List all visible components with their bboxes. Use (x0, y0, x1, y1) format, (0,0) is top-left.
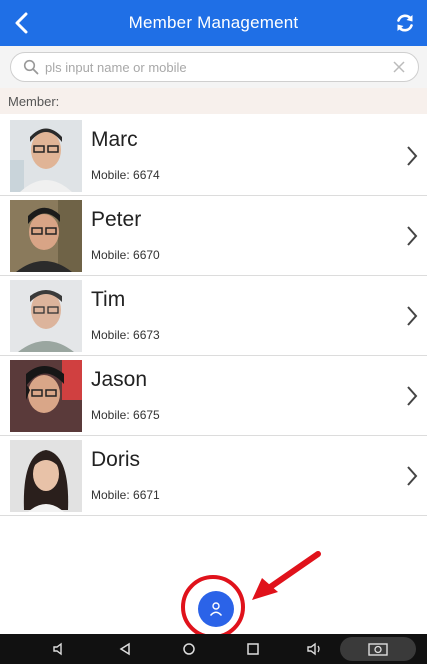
screenshot-button[interactable] (340, 637, 416, 661)
avatar (10, 440, 82, 512)
search-input[interactable] (45, 59, 392, 75)
volume-down-button[interactable] (50, 641, 68, 657)
avatar (10, 200, 82, 272)
member-name: Marc (91, 128, 138, 151)
member-mobile: Mobile: 6673 (91, 328, 160, 342)
camera-icon (368, 643, 388, 656)
chevron-left-icon (15, 12, 28, 34)
search-box (10, 52, 419, 82)
chevron-right-icon (407, 466, 418, 486)
search-icon (23, 59, 39, 75)
member-row-peter[interactable]: Peter Mobile: 6670 (0, 196, 427, 276)
member-section-label: Member: (0, 88, 427, 114)
person-icon (209, 602, 223, 616)
chevron-right-icon (407, 386, 418, 406)
add-member-button[interactable] (198, 591, 234, 627)
triangle-back-icon (119, 642, 130, 656)
refresh-icon (397, 14, 413, 32)
member-row-jason[interactable]: Jason Mobile: 6675 (0, 356, 427, 436)
square-recents-icon (247, 643, 259, 655)
member-list: Marc Mobile: 6674 Peter Mobile: 6670 Tim… (0, 116, 427, 516)
member-name: Doris (91, 448, 141, 471)
member-name: Jason (91, 368, 148, 391)
volume-up-button[interactable] (306, 641, 324, 657)
annotation-arrow-icon (252, 551, 321, 600)
member-row-tim[interactable]: Tim Mobile: 6673 (0, 276, 427, 356)
recents-nav-button[interactable] (244, 641, 262, 657)
app-header: Member Management (0, 0, 427, 46)
chevron-right-icon (407, 306, 418, 326)
avatar (10, 120, 82, 192)
avatar (10, 360, 82, 432)
page-title: Member Management (128, 13, 299, 32)
speaker-loud-icon (307, 642, 320, 656)
chevron-right-icon (407, 146, 418, 166)
member-mobile: Mobile: 6671 (91, 488, 160, 502)
speaker-icon (53, 642, 62, 656)
system-nav-bar (0, 634, 427, 664)
member-name: Peter (91, 208, 142, 231)
back-button[interactable] (6, 7, 38, 39)
member-row-marc[interactable]: Marc Mobile: 6674 (0, 116, 427, 196)
member-mobile: Mobile: 6674 (91, 168, 160, 182)
member-mobile: Mobile: 6670 (91, 248, 160, 262)
chevron-right-icon (407, 226, 418, 246)
refresh-button[interactable] (389, 7, 421, 39)
back-nav-button[interactable] (116, 641, 134, 657)
home-nav-button[interactable] (180, 641, 198, 657)
circle-home-icon (183, 643, 195, 655)
clear-icon[interactable] (392, 60, 406, 74)
member-mobile: Mobile: 6675 (91, 408, 160, 422)
search-bar (0, 46, 427, 88)
member-name: Tim (91, 288, 126, 311)
avatar (10, 280, 82, 352)
member-row-doris[interactable]: Doris Mobile: 6671 (0, 436, 427, 516)
